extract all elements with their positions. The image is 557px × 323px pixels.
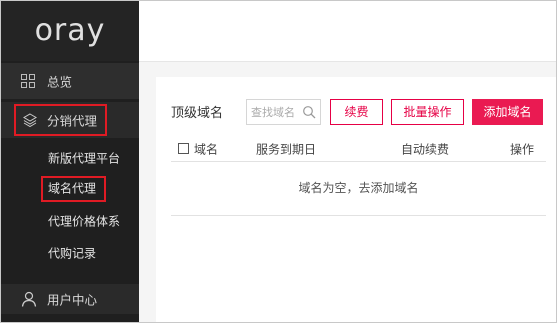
column-auto-renew: 自动续费: [401, 142, 450, 157]
search-placeholder: 查找域名: [251, 106, 295, 119]
layers-icon: [23, 113, 37, 127]
select-all-checkbox[interactable]: [178, 143, 189, 154]
page-title: 顶级域名: [171, 106, 224, 121]
subitem-domain-agent[interactable]: 域名代理: [1, 173, 139, 203]
column-expiry-date: 服务到期日: [256, 142, 317, 157]
user-icon: [21, 291, 37, 307]
empty-state-text[interactable]: 域名为空，去添加域名: [171, 179, 546, 196]
search-input[interactable]: 查找域名: [246, 99, 321, 125]
sidebar-item-reseller[interactable]: 分销代理: [1, 102, 139, 138]
top-bar: [139, 1, 556, 62]
subitem-label: 代购记录: [48, 246, 97, 261]
sidebar-item-label: 用户中心: [47, 292, 98, 308]
table-header: 域名 服务到期日 自动续费 操作: [171, 137, 546, 162]
column-actions: 操作: [510, 142, 535, 157]
subitem-label: 域名代理: [48, 181, 97, 196]
table-divider: [171, 215, 546, 216]
oray-logo[interactable]: oray: [1, 1, 139, 61]
sidebar-item-overview[interactable]: 总览: [1, 63, 139, 99]
grid-icon: [21, 74, 35, 88]
column-domain: 域名: [194, 142, 219, 157]
add-domain-button[interactable]: 添加域名: [472, 99, 543, 125]
sidebar-item-label: 总览: [47, 74, 73, 90]
subitem-label: 新版代理平台: [48, 151, 121, 166]
app-window: oray 总览 分销代理 新版代理平台 域名代理 代理价格体系 代购记录 用户中…: [0, 0, 557, 323]
subitem-label: 代理价格体系: [48, 214, 121, 229]
sidebar-item-user-center[interactable]: 用户中心: [1, 284, 139, 314]
subitem-new-agent-platform[interactable]: 新版代理平台: [1, 143, 139, 173]
subitem-purchase-records[interactable]: 代购记录: [1, 238, 139, 268]
renew-button[interactable]: 续费: [330, 99, 383, 125]
subitem-price-system[interactable]: 代理价格体系: [1, 206, 139, 236]
search-icon[interactable]: [302, 105, 316, 119]
sidebar: oray 总览 分销代理 新版代理平台 域名代理 代理价格体系 代购记录 用户中…: [1, 1, 139, 322]
sidebar-item-label: 分销代理: [47, 113, 98, 129]
batch-operation-button[interactable]: 批量操作: [391, 99, 464, 125]
